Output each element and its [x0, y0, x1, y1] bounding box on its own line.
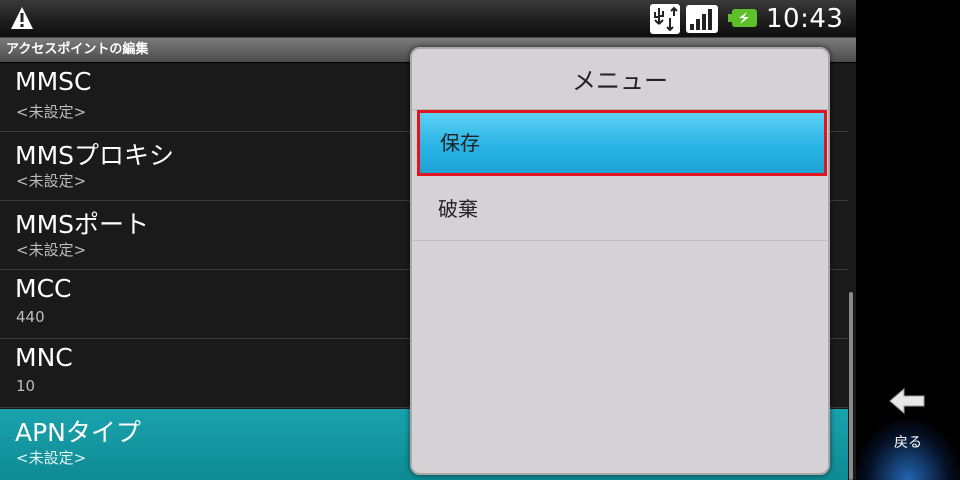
back-button[interactable]: 戻る [856, 380, 960, 480]
list-scrollbar[interactable] [849, 292, 853, 480]
menu-item-discard[interactable]: 破棄 [412, 177, 828, 241]
usb-debug-icon [650, 4, 680, 34]
signal-icon [686, 5, 718, 33]
navigation-bar: 戻る [856, 0, 960, 480]
list-item-value: 10 [16, 377, 36, 395]
list-item-title: MMSポート [15, 210, 150, 239]
warning-icon [11, 7, 33, 29]
menu-item-save[interactable]: 保存 [417, 110, 827, 176]
list-item-title: APNタイプ [15, 418, 141, 447]
back-arrow-icon [889, 387, 925, 415]
back-button-label: 戻る [894, 435, 922, 451]
status-clock: 10:43 [766, 4, 844, 34]
list-item-title: MMSC [15, 67, 92, 96]
list-item-value: <未設定> [16, 241, 87, 259]
list-item-title: MMSプロキシ [15, 141, 175, 170]
list-item-title: MNC [15, 343, 73, 372]
status-bar: 10:43 [0, 0, 856, 38]
list-item-value: <未設定> [16, 172, 87, 190]
battery-charging-icon [728, 9, 757, 27]
list-item-value: <未設定> [16, 103, 87, 121]
list-item-value: 440 [16, 308, 45, 326]
list-item-title: MCC [15, 274, 72, 303]
menu-dialog: メニュー 保存 破棄 [410, 47, 830, 475]
list-item-value: <未設定> [16, 449, 87, 467]
menu-dialog-title: メニュー [412, 49, 828, 110]
